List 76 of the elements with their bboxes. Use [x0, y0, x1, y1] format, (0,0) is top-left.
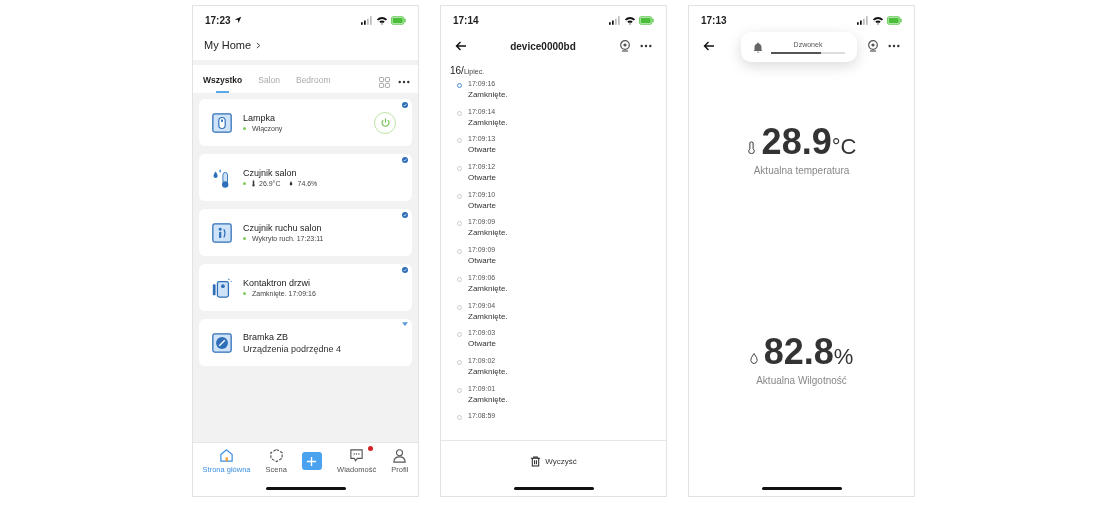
battery-icon	[639, 15, 654, 25]
signal-badge-icon	[402, 322, 408, 326]
event-state: Zamknięte.	[468, 394, 508, 404]
wifi-icon	[376, 15, 388, 25]
event-state: Zamknięte.	[468, 311, 508, 321]
reading-label: Aktualna Wilgotność	[756, 375, 847, 386]
drop-icon	[749, 353, 758, 364]
battery-icon	[391, 15, 406, 25]
online-dot	[243, 237, 246, 240]
thermometer-icon	[746, 141, 756, 154]
event-state: Otwarte	[468, 173, 496, 183]
motion-sensor-icon	[211, 221, 233, 244]
check-badge-icon	[402, 267, 408, 273]
event-state: Zamknięte.	[468, 228, 508, 238]
check-badge-icon	[402, 102, 408, 108]
screen-title: device0000bd	[509, 40, 577, 52]
event-state: Otwarte	[468, 145, 496, 155]
more-icon[interactable]	[640, 44, 652, 48]
drop-icon	[289, 181, 294, 186]
event-state: Otwarte	[468, 256, 496, 266]
reading-value: 28.9	[761, 121, 832, 163]
signal-icon	[857, 15, 869, 25]
event-state: Zamknięte.	[468, 117, 508, 127]
person-icon	[392, 448, 408, 463]
device-name: Bramka ZB	[243, 331, 289, 342]
status-time: 17:23	[205, 14, 231, 26]
event-state: Zamknięte.	[468, 283, 508, 293]
add-button[interactable]	[301, 452, 322, 470]
chevron-icon[interactable]	[256, 41, 262, 49]
thermometer-icon	[252, 180, 255, 187]
webcam-icon[interactable]	[619, 40, 631, 52]
back-arrow-icon[interactable]	[455, 41, 467, 51]
signal-icon	[609, 15, 621, 25]
reading-unit: °C	[831, 134, 857, 160]
plus-icon	[306, 455, 318, 467]
reading-label: Aktualna temperatura	[753, 165, 850, 176]
device-name: Czujnik salon	[243, 168, 298, 178]
event-state: Otwarte	[468, 200, 496, 210]
bell-icon	[753, 41, 763, 53]
reading-value: 82.8	[763, 331, 834, 373]
check-badge-icon	[402, 157, 408, 163]
scene-icon	[268, 448, 284, 463]
wifi-icon	[872, 15, 884, 25]
gateway-icon	[211, 331, 233, 354]
wifi-icon	[624, 15, 636, 25]
battery-icon	[887, 15, 902, 25]
device-name: Czujnik ruchu salon	[243, 223, 323, 233]
online-dot	[243, 292, 246, 295]
door-sensor-icon	[211, 276, 233, 299]
webcam-icon[interactable]	[867, 40, 879, 52]
date-day: 16/	[450, 65, 464, 76]
device-name: Kontaktron drzwi	[243, 278, 312, 288]
online-dot	[243, 127, 246, 130]
trash-icon	[530, 455, 542, 467]
status-time: 17:13	[701, 14, 727, 26]
reading-unit: %	[833, 344, 854, 370]
room-tab[interactable]: Wszystko	[201, 71, 245, 93]
online-dot	[243, 182, 246, 185]
device-card[interactable]: Bramka ZB Urządzenia podrzędne 4	[199, 319, 412, 366]
status-time: 17:14	[453, 14, 479, 26]
message-icon	[349, 448, 365, 463]
event-state: Otwarte	[468, 339, 496, 349]
wall-switch-icon	[211, 111, 233, 134]
event-state: Zamknięte.	[468, 366, 508, 376]
check-badge-icon	[402, 212, 408, 218]
device-status: Urządzenia podrzędne 4	[243, 343, 343, 354]
device-name: Lampka	[243, 113, 277, 123]
power-icon	[379, 117, 391, 128]
clear-button[interactable]: Wyczyść	[524, 454, 583, 468]
home-icon	[219, 448, 234, 463]
event-state: Zamknięte.	[468, 90, 508, 99]
more-icon[interactable]	[398, 80, 410, 84]
back-arrow-icon[interactable]	[703, 41, 715, 51]
home-title[interactable]: My Home	[204, 39, 252, 51]
signal-icon	[361, 15, 373, 25]
more-icon[interactable]	[888, 44, 900, 48]
